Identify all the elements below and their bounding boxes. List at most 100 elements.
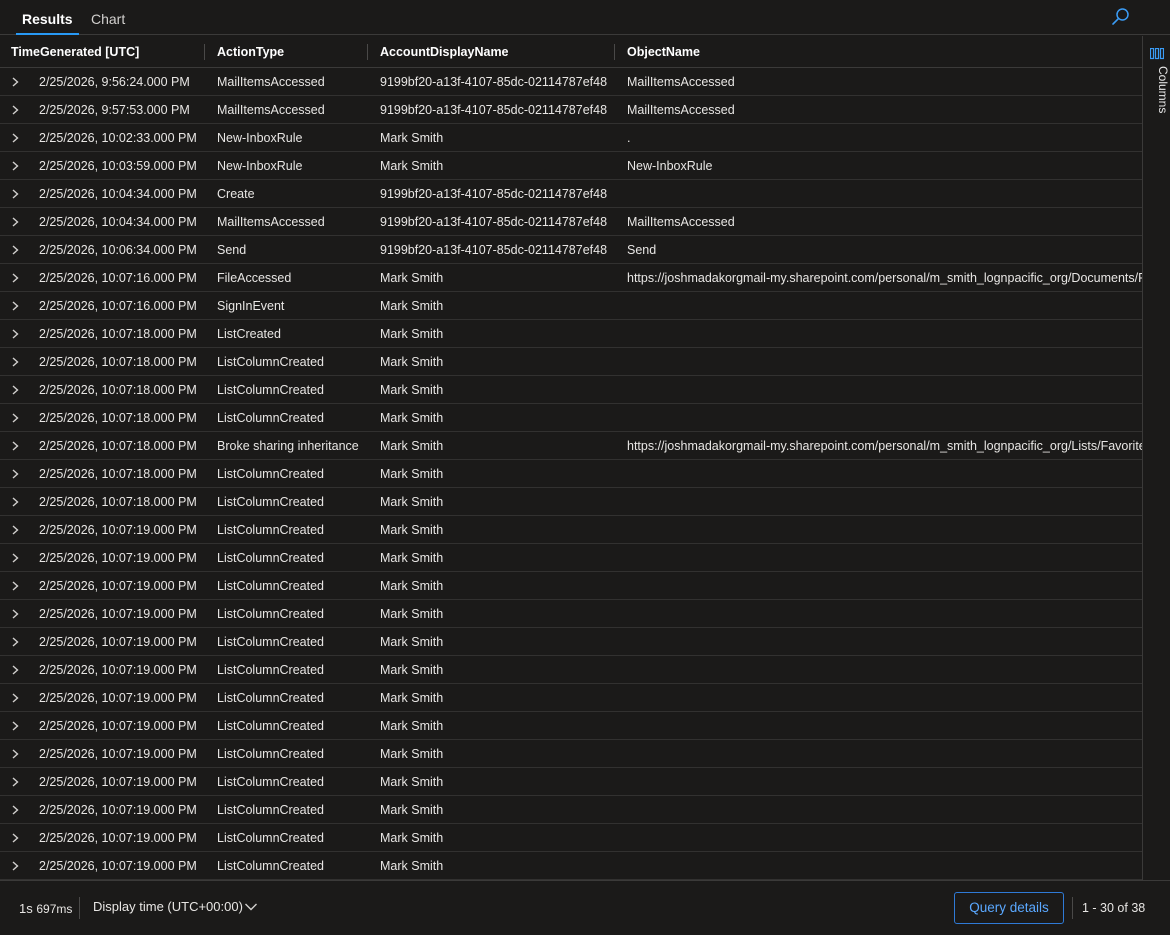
column-header-objectname[interactable]: ObjectName xyxy=(627,36,700,68)
chevron-right-icon xyxy=(12,665,19,675)
cell-objectname xyxy=(627,684,1142,712)
column-header-actiontype[interactable]: ActionType xyxy=(217,36,284,68)
table-row[interactable]: 2/25/2026, 10:07:19.000 PM ListColumnCrea… xyxy=(0,852,1142,880)
expand-row-button[interactable] xyxy=(10,768,28,796)
column-divider[interactable] xyxy=(614,44,615,60)
expand-row-button[interactable] xyxy=(10,852,28,880)
table-row[interactable]: 2/25/2026, 10:07:19.000 PM ListColumnCrea… xyxy=(0,712,1142,740)
cell-accountdisplayname: Mark Smith xyxy=(380,383,444,397)
grid-body: 2/25/2026, 9:56:24.000 PM MailItemsAccess… xyxy=(0,68,1142,880)
query-details-button[interactable]: Query details xyxy=(954,892,1064,924)
expand-row-button[interactable] xyxy=(10,740,28,768)
table-row[interactable]: 2/25/2026, 9:57:53.000 PM MailItemsAccess… xyxy=(0,96,1142,124)
tab-chart[interactable]: Chart xyxy=(83,0,133,35)
expand-row-button[interactable] xyxy=(10,796,28,824)
table-row[interactable]: 2/25/2026, 10:07:19.000 PM ListColumnCrea… xyxy=(0,684,1142,712)
expand-row-button[interactable] xyxy=(10,628,28,656)
cell-objectname: MailItemsAccessed xyxy=(627,215,735,229)
cell-timegenerated: 2/25/2026, 10:07:18.000 PM xyxy=(39,411,197,425)
cell-accountdisplayname: 9199bf20-a13f-4107-85dc-02114787ef48 xyxy=(380,215,608,229)
table-row[interactable]: 2/25/2026, 10:07:18.000 PM ListColumnCrea… xyxy=(0,460,1142,488)
table-row[interactable]: 2/25/2026, 10:07:19.000 PM ListColumnCrea… xyxy=(0,600,1142,628)
table-row[interactable]: 2/25/2026, 10:07:19.000 PM ListColumnCrea… xyxy=(0,544,1142,572)
chevron-right-icon xyxy=(12,273,19,283)
cell-timegenerated: 2/25/2026, 10:07:18.000 PM xyxy=(39,467,197,481)
table-row[interactable]: 2/25/2026, 10:04:34.000 PM MailItemsAcces… xyxy=(0,208,1142,236)
cell-accountdisplayname: 9199bf20-a13f-4107-85dc-02114787ef48 xyxy=(380,103,608,117)
expand-row-button[interactable] xyxy=(10,516,28,544)
table-row[interactable]: 2/25/2026, 10:04:34.000 PM Create 9199bf20… xyxy=(0,180,1142,208)
expand-row-button[interactable] xyxy=(10,544,28,572)
expand-row-button[interactable] xyxy=(10,600,28,628)
columns-label: Columns xyxy=(1156,66,1170,114)
cell-accountdisplayname: Mark Smith xyxy=(380,355,444,369)
expand-row-button[interactable] xyxy=(10,824,28,852)
expand-row-button[interactable] xyxy=(10,684,28,712)
column-header-timegenerated[interactable]: TimeGenerated [UTC] xyxy=(11,36,139,68)
cell-objectname xyxy=(627,460,1142,488)
expand-row-button[interactable] xyxy=(10,656,28,684)
tab-bar: Results Chart xyxy=(0,0,1170,35)
cell-objectname xyxy=(627,320,1142,348)
table-row[interactable]: 2/25/2026, 10:07:16.000 PM FileAccessed Ma… xyxy=(0,264,1142,292)
table-row[interactable]: 2/25/2026, 10:07:18.000 PM ListColumnCrea… xyxy=(0,404,1142,432)
expand-row-button[interactable] xyxy=(10,264,28,292)
expand-row-button[interactable] xyxy=(10,208,28,236)
expand-row-button[interactable] xyxy=(10,460,28,488)
table-row[interactable]: 2/25/2026, 10:07:19.000 PM ListColumnCrea… xyxy=(0,740,1142,768)
cell-objectname xyxy=(627,516,1142,544)
cell-actiontype: ListColumnCreated xyxy=(217,747,324,761)
column-header-accountdisplayname[interactable]: AccountDisplayName xyxy=(380,36,509,68)
table-row[interactable]: 2/25/2026, 10:07:19.000 PM ListColumnCrea… xyxy=(0,796,1142,824)
table-row[interactable]: 2/25/2026, 9:56:24.000 PM MailItemsAccess… xyxy=(0,68,1142,96)
display-time-toggle[interactable] xyxy=(244,900,258,917)
expand-row-button[interactable] xyxy=(10,488,28,516)
table-row[interactable]: 2/25/2026, 10:07:19.000 PM ListColumnCrea… xyxy=(0,768,1142,796)
cell-timegenerated: 2/25/2026, 10:07:19.000 PM xyxy=(39,831,197,845)
expand-row-button[interactable] xyxy=(10,404,28,432)
expand-row-button[interactable] xyxy=(10,152,28,180)
cell-accountdisplayname: Mark Smith xyxy=(380,719,444,733)
table-row[interactable]: 2/25/2026, 10:07:19.000 PM ListColumnCrea… xyxy=(0,656,1142,684)
table-row[interactable]: 2/25/2026, 10:07:19.000 PM ListColumnCrea… xyxy=(0,516,1142,544)
cell-objectname xyxy=(627,712,1142,740)
expand-row-button[interactable] xyxy=(10,712,28,740)
table-row[interactable]: 2/25/2026, 10:07:16.000 PM SignInEvent Mar… xyxy=(0,292,1142,320)
chevron-down-icon xyxy=(245,903,257,911)
cell-actiontype: MailItemsAccessed xyxy=(217,103,325,117)
expand-row-button[interactable] xyxy=(10,124,28,152)
chevron-right-icon xyxy=(12,105,19,115)
display-time-dropdown[interactable]: Display time (UTC+00:00) xyxy=(93,881,243,935)
expand-row-button[interactable] xyxy=(10,180,28,208)
tab-results[interactable]: Results xyxy=(14,0,81,35)
table-row[interactable]: 2/25/2026, 10:07:19.000 PM ListColumnCrea… xyxy=(0,572,1142,600)
table-row[interactable]: 2/25/2026, 10:07:18.000 PM Broke sharing … xyxy=(0,432,1142,460)
search-button[interactable] xyxy=(1110,6,1132,28)
expand-row-button[interactable] xyxy=(10,96,28,124)
table-row[interactable]: 2/25/2026, 10:06:34.000 PM Send 9199bf20-a… xyxy=(0,236,1142,264)
expand-row-button[interactable] xyxy=(10,376,28,404)
table-row[interactable]: 2/25/2026, 10:07:18.000 PM ListColumnCrea… xyxy=(0,376,1142,404)
table-row[interactable]: 2/25/2026, 10:07:19.000 PM ListColumnCrea… xyxy=(0,824,1142,852)
expand-row-button[interactable] xyxy=(10,236,28,264)
cell-timegenerated: 2/25/2026, 10:07:16.000 PM xyxy=(39,299,197,313)
expand-row-button[interactable] xyxy=(10,348,28,376)
expand-row-button[interactable] xyxy=(10,320,28,348)
expand-row-button[interactable] xyxy=(10,68,28,96)
chevron-right-icon xyxy=(12,777,19,787)
table-row[interactable]: 2/25/2026, 10:07:18.000 PM ListCreated Mar… xyxy=(0,320,1142,348)
expand-row-button[interactable] xyxy=(10,432,28,460)
table-row[interactable]: 2/25/2026, 10:07:19.000 PM ListColumnCrea… xyxy=(0,628,1142,656)
column-divider[interactable] xyxy=(204,44,205,60)
table-row[interactable]: 2/25/2026, 10:03:59.000 PM New-InboxRule M… xyxy=(0,152,1142,180)
chevron-right-icon xyxy=(12,357,19,367)
cell-objectname: Send xyxy=(627,243,657,257)
table-row[interactable]: 2/25/2026, 10:07:18.000 PM ListColumnCrea… xyxy=(0,488,1142,516)
expand-row-button[interactable] xyxy=(10,572,28,600)
cell-timegenerated: 2/25/2026, 10:07:19.000 PM xyxy=(39,719,197,733)
cell-actiontype: MailItemsAccessed xyxy=(217,75,325,89)
table-row[interactable]: 2/25/2026, 10:02:33.000 PM New-InboxRule M… xyxy=(0,124,1142,152)
table-row[interactable]: 2/25/2026, 10:07:18.000 PM ListColumnCrea… xyxy=(0,348,1142,376)
expand-row-button[interactable] xyxy=(10,292,28,320)
column-divider[interactable] xyxy=(367,44,368,60)
